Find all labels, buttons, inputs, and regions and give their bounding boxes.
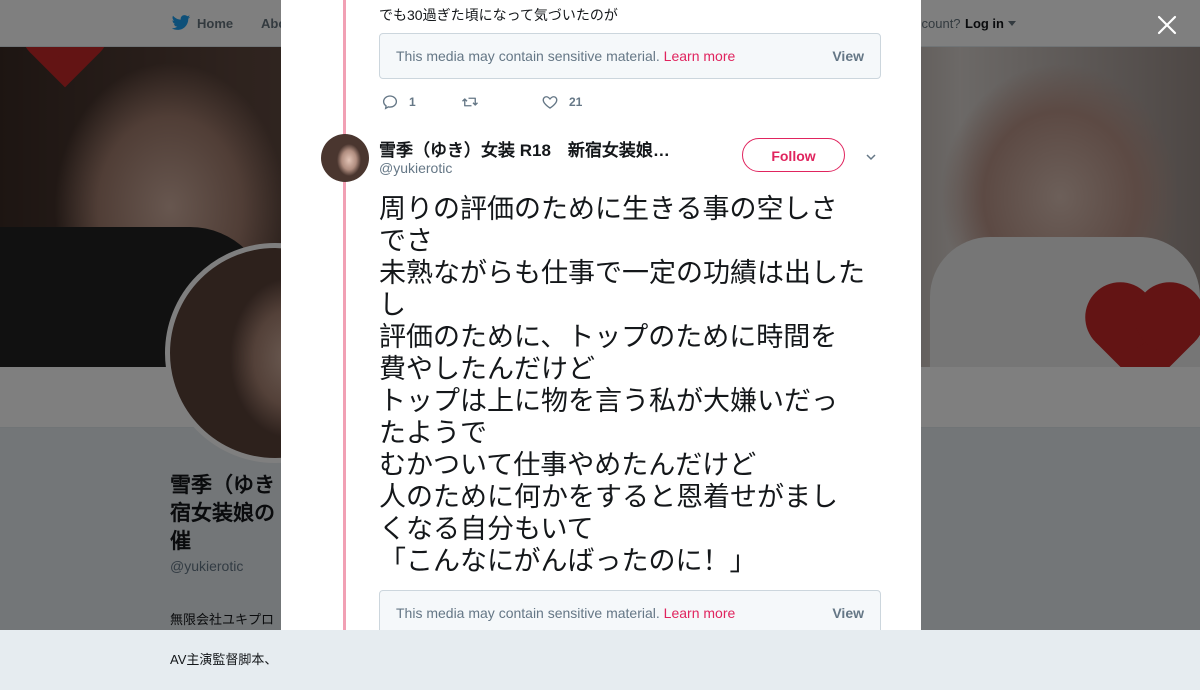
reply-icon: [382, 95, 398, 110]
sensitive-media-notice: This media may contain sensitive materia…: [379, 590, 881, 630]
tweet-thread-modal: でも30過ぎた頃になって気づいたのが This media may contai…: [281, 0, 921, 630]
author-avatar[interactable]: [321, 134, 369, 182]
previous-tweet-text: でも30過ぎた頃になって気づいたのが: [379, 7, 618, 23]
sensitive-media-message: This media may contain sensitive materia…: [396, 605, 660, 621]
author-handle[interactable]: @yukierotic: [379, 160, 452, 176]
heart-icon: [542, 96, 558, 109]
like-count: 21: [569, 95, 583, 109]
author-name[interactable]: 雪季（ゆき）女装 R18 新宿女装娘…: [379, 136, 670, 161]
chevron-down-icon[interactable]: [866, 152, 876, 162]
retweet-button[interactable]: [461, 92, 489, 112]
reply-button[interactable]: 1: [381, 92, 416, 112]
learn-more-link[interactable]: Learn more: [664, 48, 736, 64]
retweet-icon: [462, 97, 478, 107]
thread-connector-line: [343, 0, 346, 630]
sensitive-media-notice: This media may contain sensitive materia…: [379, 33, 881, 79]
view-media-button[interactable]: View: [832, 605, 864, 621]
tweet-text: 周りの評価のために生きる事の空しさ でさ 未熟ながらも仕事で一定の功績は出した …: [379, 194, 865, 577]
close-icon: [1157, 15, 1177, 35]
view-media-button[interactable]: View: [832, 48, 864, 64]
reply-count: 1: [409, 95, 416, 109]
follow-button[interactable]: Follow: [742, 138, 845, 172]
sensitive-media-message: This media may contain sensitive materia…: [396, 48, 660, 64]
close-button[interactable]: [1152, 10, 1182, 40]
learn-more-link[interactable]: Learn more: [664, 605, 736, 621]
like-button[interactable]: 21: [541, 92, 582, 112]
